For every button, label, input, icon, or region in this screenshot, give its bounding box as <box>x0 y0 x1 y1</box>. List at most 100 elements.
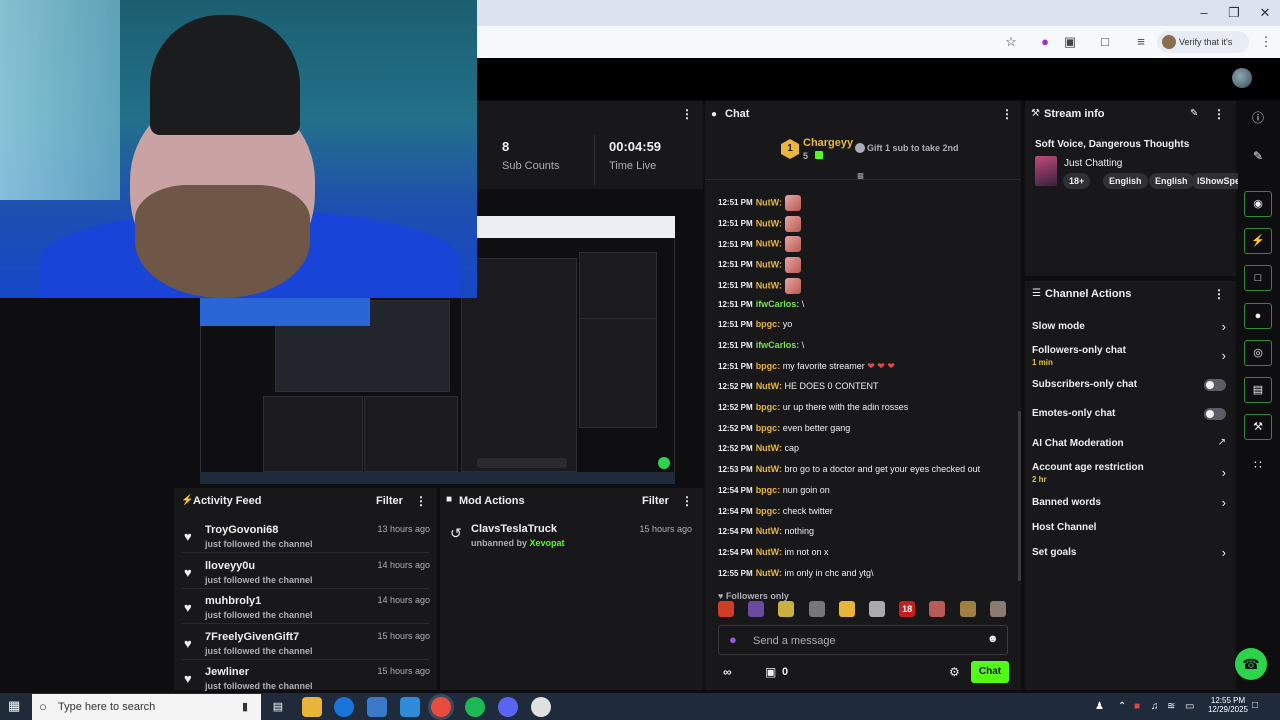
message-username[interactable]: bpgc <box>756 361 778 371</box>
clock[interactable]: 12:55 PM 12/29/2025 <box>1204 696 1252 714</box>
layout-rail-icon[interactable]: ▤ <box>1244 377 1272 403</box>
message-username[interactable]: NutW <box>756 239 779 249</box>
puzzle-icon[interactable]: ▣ <box>1060 33 1080 51</box>
microphone-taskbar-icon[interactable]: ▮ <box>242 694 248 720</box>
chat-message[interactable]: 12:52 PM bpgc: ur up there with the adin … <box>718 402 908 412</box>
chat-message[interactable]: 12:51 PM ifwCarlos: \ <box>718 340 804 350</box>
stream-tag[interactable]: 18+ <box>1063 173 1091 189</box>
quick-emote[interactable] <box>838 601 855 617</box>
mod-target-user[interactable]: ClavsTeslaTruck <box>471 523 557 535</box>
message-username[interactable]: ifwCarlos <box>756 299 797 309</box>
screenshot-icon[interactable]: □ <box>1095 33 1115 51</box>
chat-scrollbar[interactable] <box>1018 411 1021 581</box>
message-username[interactable]: bpgc <box>756 423 778 433</box>
chat-message[interactable]: 12:55 PM NutW: im only in chc and ytg\ <box>718 568 874 578</box>
chat-send-button[interactable]: Chat <box>971 661 1009 683</box>
file-explorer-icon[interactable] <box>302 697 322 717</box>
quick-emote[interactable] <box>929 601 946 617</box>
discord-icon[interactable] <box>498 697 518 717</box>
stream-tag[interactable]: English <box>1103 173 1148 189</box>
message-username[interactable]: bpgc <box>756 319 778 329</box>
chat-message[interactable]: 12:54 PM NutW: im not on x <box>718 547 829 557</box>
channel-action-set-goals[interactable]: Set goals › <box>1025 545 1236 563</box>
quick-emote[interactable] <box>778 601 795 617</box>
activity-user[interactable]: Jewliner <box>205 666 249 678</box>
category-thumbnail[interactable] <box>1035 156 1057 186</box>
chat-message[interactable]: 12:51 PM NutW: <box>718 277 801 294</box>
activity-user[interactable]: TroyGovoni68 <box>205 524 278 536</box>
minimize-icon[interactable]: – <box>1194 4 1214 22</box>
channel-action-host-channel[interactable]: Host Channel <box>1025 522 1236 538</box>
chat-message[interactable]: 12:51 PM bpgc: yo <box>718 319 792 329</box>
edit-pencil-icon[interactable]: ✎ <box>1190 108 1198 119</box>
restore-icon[interactable]: ❐ <box>1224 4 1244 22</box>
activity-user[interactable]: lloveyy0u <box>205 560 255 572</box>
activity-user[interactable]: muhbroly1 <box>205 595 261 607</box>
chat-message[interactable]: 12:51 PM NutW: <box>718 236 801 253</box>
channel-action-ai-chat-moderation[interactable]: AI Chat Moderation ↗ <box>1025 437 1236 454</box>
tray-app-icon[interactable]: ■ <box>1134 701 1140 712</box>
notification-icon[interactable]: □ <box>1252 700 1258 711</box>
chrome-icon[interactable] <box>431 697 451 717</box>
message-username[interactable]: NutW <box>756 443 779 453</box>
chat-message[interactable]: 12:51 PM bpgc: my favorite streamer ❤ ❤ ❤ <box>718 361 895 372</box>
quick-emote[interactable]: 18 <box>899 601 916 617</box>
edge-icon[interactable] <box>334 697 354 717</box>
gift-sub-button[interactable]: Gift 1 sub to take 2nd <box>867 143 959 153</box>
volume-icon[interactable]: ♫ <box>1151 701 1159 712</box>
filter-lines-icon[interactable]: ≡ <box>857 169 864 183</box>
chat-rail-icon[interactable]: ● <box>1244 303 1272 329</box>
chat-message[interactable]: 12:53 PM NutW: bro go to a doctor and get… <box>718 464 980 474</box>
chat-message[interactable]: 12:51 PM NutW: <box>718 215 801 232</box>
quick-emote[interactable] <box>808 601 825 617</box>
channel-action-slow-mode[interactable]: Slow mode › <box>1025 319 1236 337</box>
chat-settings-icon[interactable]: ⚙ <box>949 665 960 679</box>
message-username[interactable]: bpgc <box>756 402 778 412</box>
shield-icon[interactable]: ● <box>1035 33 1055 51</box>
mod-menu-icon[interactable]: ⋮ <box>681 494 693 508</box>
message-username[interactable]: NutW <box>756 464 779 474</box>
activity-user[interactable]: 7FreelyGivenGift7 <box>205 631 299 643</box>
message-username[interactable]: bpgc <box>756 485 778 495</box>
quick-emote[interactable] <box>989 601 1006 617</box>
chat-message[interactable]: 12:51 PM ifwCarlos: \ <box>718 299 804 309</box>
star-icon[interactable]: ☆ <box>1001 33 1021 51</box>
camera-rail-icon[interactable]: ◉ <box>1244 191 1272 217</box>
stream-tag[interactable]: English <box>1149 173 1194 189</box>
message-username[interactable]: NutW <box>756 259 779 269</box>
toggle-switch[interactable] <box>1204 408 1226 420</box>
pencil-rail-icon[interactable]: ✎ <box>1244 143 1272 169</box>
lightning-rail-icon[interactable]: ⚡ <box>1244 228 1272 254</box>
app-icon[interactable] <box>531 697 551 717</box>
message-username[interactable]: NutW <box>756 197 779 207</box>
close-icon[interactable]: ✕ <box>1255 4 1275 22</box>
channel-action-account-age-restriction[interactable]: Account age restriction 2 hr › <box>1025 462 1236 486</box>
emoji-icon[interactable]: ☻ <box>987 633 999 645</box>
chat-message[interactable]: 12:54 PM bpgc: nun goin on <box>718 485 830 495</box>
quick-emote[interactable] <box>959 601 976 617</box>
quick-emote[interactable] <box>748 601 765 617</box>
quick-emote[interactable] <box>869 601 885 617</box>
info-icon[interactable]: ⓘ <box>1244 105 1272 131</box>
wrench-rail-icon[interactable]: ⚒ <box>1244 414 1272 440</box>
message-username[interactable]: NutW <box>756 547 779 557</box>
chat-message[interactable]: 12:52 PM NutW: cap <box>718 443 799 453</box>
message-username[interactable]: NutW <box>756 381 779 391</box>
mod-moderator[interactable]: Xevopat <box>530 538 565 548</box>
chat-message[interactable]: 12:52 PM NutW: HE DOES 0 CONTENT <box>718 381 879 391</box>
channel-action-emotes-only-chat[interactable]: Emotes-only chat <box>1025 408 1236 424</box>
message-username[interactable]: bpgc <box>756 506 778 516</box>
activity-filter-button[interactable]: Filter <box>376 495 403 507</box>
taskbar-search[interactable]: ○ Type here to search ▮ <box>32 694 261 720</box>
quick-emote[interactable] <box>718 601 734 617</box>
channel-action-subscribers-only-chat[interactable]: Subscribers-only chat <box>1025 379 1236 395</box>
verify-button[interactable]: Verify that it's you <box>1157 31 1249 69</box>
pinned-username[interactable]: Chargeyy <box>803 137 853 149</box>
chat-message[interactable]: 12:54 PM NutW: nothing <box>718 526 814 536</box>
toggle-switch[interactable] <box>1204 379 1226 391</box>
network-icon[interactable]: ≋ <box>1167 701 1175 712</box>
gift-box-icon[interactable]: ▣ <box>765 665 776 679</box>
reading-list-icon[interactable]: ≡ <box>1131 33 1151 51</box>
channel-action-followers-only-chat[interactable]: Followers-only chat 1 min › <box>1025 345 1236 369</box>
chat-input[interactable]: ● Send a message ☻ <box>718 625 1008 655</box>
